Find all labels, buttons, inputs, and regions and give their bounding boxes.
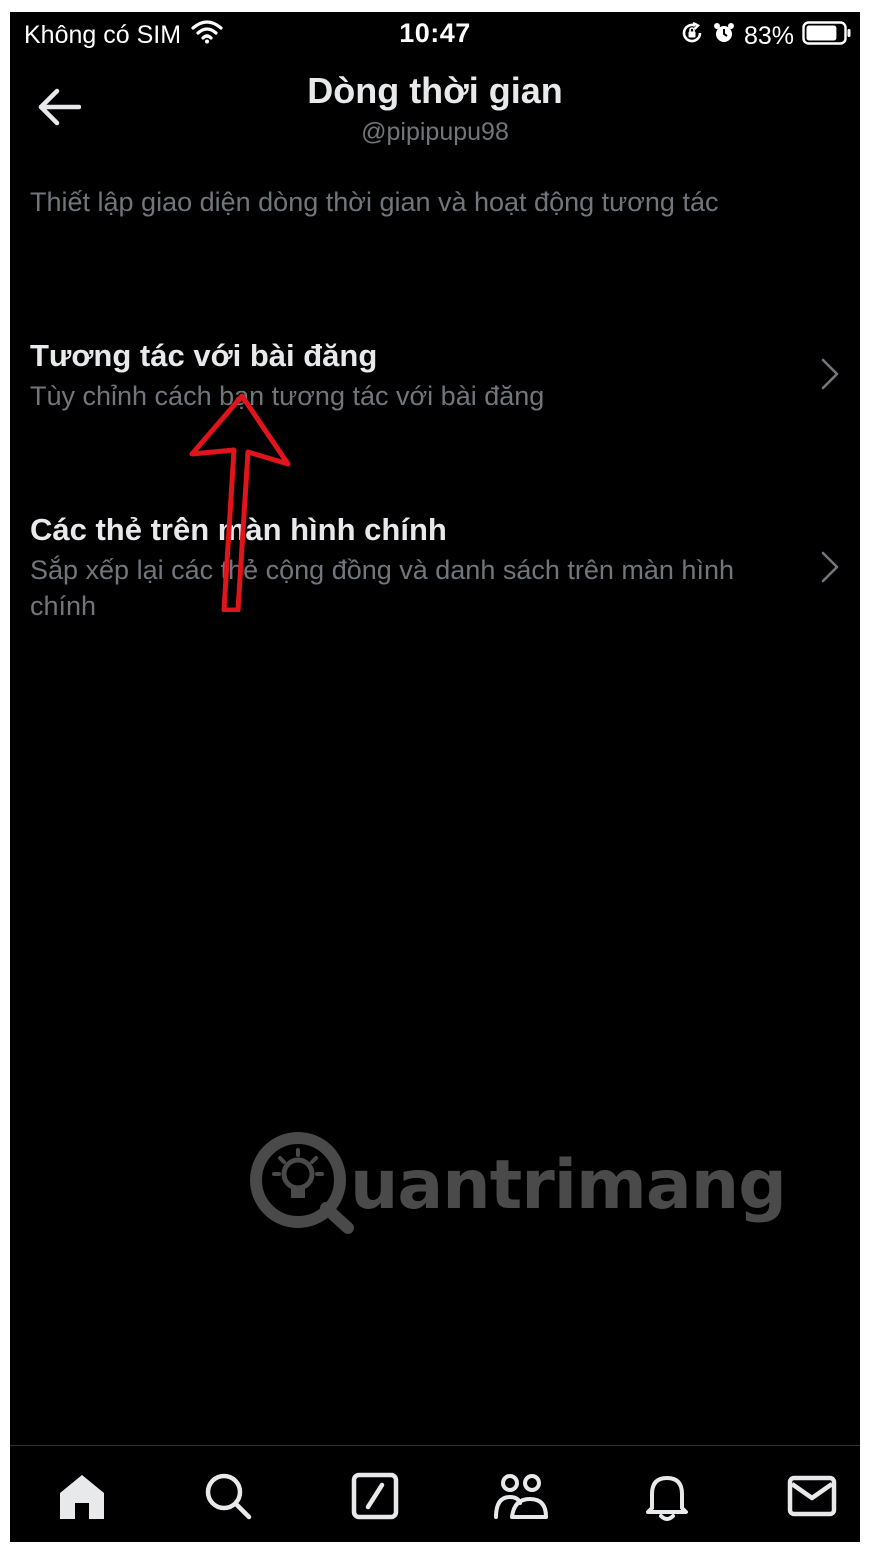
chevron-right-icon — [818, 550, 842, 584]
battery-percent: 83% — [743, 22, 794, 50]
tab-notifications[interactable] — [637, 1468, 697, 1528]
orientation-lock-icon — [680, 21, 704, 52]
tab-communities[interactable] — [491, 1468, 551, 1528]
tab-home[interactable] — [52, 1468, 112, 1528]
phone-screen: Không có SIM 10:47 83% Dòng thời gian @p… — [10, 12, 860, 1542]
account-handle: @pipipupu98 — [361, 118, 509, 146]
messages-icon — [786, 1474, 838, 1523]
setting-post-interaction[interactable]: Tương tác với bài đăng Tùy chỉnh cách bạ… — [10, 332, 860, 432]
setting-home-tabs[interactable]: Các thẻ trên màn hình chính Sắp xếp lại … — [10, 506, 860, 626]
watermark-text: uantrimang — [350, 1145, 787, 1225]
tab-bar — [10, 1445, 860, 1542]
home-icon — [56, 1471, 108, 1526]
status-right: 83% — [680, 20, 852, 53]
battery-icon — [802, 20, 852, 53]
chevron-right-icon — [818, 357, 842, 391]
tab-grok[interactable] — [345, 1468, 405, 1528]
alarm-icon — [712, 21, 736, 52]
status-bar: Không có SIM 10:47 83% — [10, 12, 860, 62]
search-icon — [203, 1471, 253, 1526]
communities-icon — [492, 1471, 550, 1526]
tab-messages[interactable] — [782, 1468, 842, 1528]
notifications-icon — [642, 1470, 692, 1527]
watermark: uantrimang — [246, 1128, 787, 1243]
setting-description: Sắp xếp lại các thẻ cộng đồng và danh sá… — [30, 555, 734, 621]
setting-description: Tùy chỉnh cách bạn tương tác với bài đăn… — [30, 381, 545, 411]
page-title: Dòng thời gian — [307, 70, 563, 111]
setting-title: Các thẻ trên màn hình chính — [30, 512, 447, 547]
setting-title: Tương tác với bài đăng — [30, 338, 378, 373]
quantrimang-logo-icon — [246, 1128, 356, 1243]
tab-search[interactable] — [198, 1468, 258, 1528]
grok-icon — [350, 1471, 400, 1526]
section-description: Thiết lập giao diện dòng thời gian và ho… — [30, 187, 719, 217]
